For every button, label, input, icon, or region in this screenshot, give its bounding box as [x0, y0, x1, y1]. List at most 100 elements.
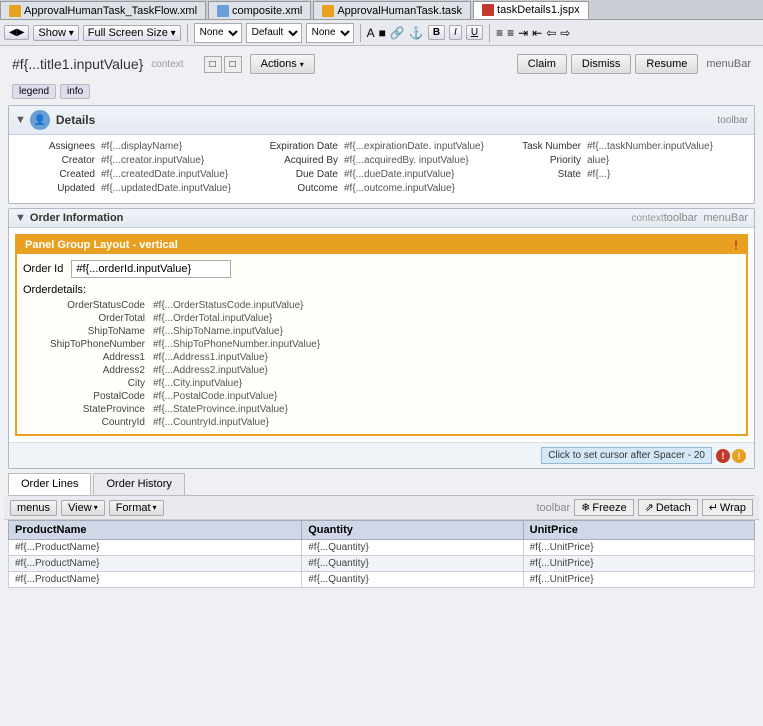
assignees-value: #f{...displayName}	[101, 141, 182, 152]
field-creator: Creator #f{...creator.inputValue}	[21, 155, 256, 166]
table-header-cell: ProductName	[9, 521, 302, 540]
default-select[interactable]: Default	[246, 23, 302, 43]
panel-content: Order Id Orderdetails: OrderStatusCode#f…	[17, 254, 746, 434]
order-fields: OrderStatusCode#f{...OrderStatusCode.inp…	[23, 300, 740, 428]
info-tab[interactable]: info	[60, 84, 90, 99]
order-field-label: Address2	[23, 365, 153, 376]
details-section: ▼ 👤 Details toolbar Assignees #f{...disp…	[8, 105, 755, 204]
priority-value: alue}	[587, 155, 609, 166]
order-field-label: OrderStatusCode	[23, 300, 153, 311]
field-group-middle: Expiration Date #f{...expirationDate. in…	[264, 141, 499, 197]
fullscreen-button[interactable]: Full Screen Size ▾	[83, 25, 181, 41]
resume-button[interactable]: Resume	[635, 54, 698, 74]
updated-value: #f{...updatedDate.inputValue}	[101, 183, 231, 194]
align-icon-2[interactable]: ⇨	[560, 26, 570, 40]
toolbar-right-buttons: ❄ Freeze ⇗ Detach ↵ Wrap	[574, 499, 753, 516]
tab-composite[interactable]: composite.xml	[208, 1, 311, 19]
field-created: Created #f{...createdDate.inputValue}	[21, 169, 256, 180]
table-cell: #f{...Quantity}	[302, 540, 523, 556]
tab-bar: ApprovalHumanTask_TaskFlow.xml composite…	[0, 0, 763, 20]
table-row: #f{...ProductName}#f{...Quantity}#f{...U…	[9, 572, 755, 588]
field-assignees: Assignees #f{...displayName}	[21, 141, 256, 152]
menubar-label: menuBar	[706, 58, 751, 70]
order-id-input[interactable]	[71, 260, 231, 278]
acquired-by-label: Acquired By	[264, 155, 344, 166]
italic-button[interactable]: I	[449, 25, 462, 40]
table-header: ProductNameQuantityUnitPrice	[9, 521, 755, 540]
bold-button[interactable]: B	[428, 25, 445, 40]
order-lines-tabs: Order Lines Order History	[8, 473, 755, 496]
spacer-click-bar[interactable]: Click to set cursor after Spacer - 20 ! …	[9, 442, 754, 468]
tab-approval-taskflow[interactable]: ApprovalHumanTask_TaskFlow.xml	[0, 1, 206, 19]
legend-tab[interactable]: legend	[12, 84, 56, 99]
table-cell: #f{...UnitPrice}	[523, 572, 754, 588]
order-field-label: ShipToName	[23, 326, 153, 337]
icon-btn-group: □ □	[204, 56, 242, 73]
view-button[interactable]: View ▾	[61, 500, 105, 516]
order-toolbar-menubar: toolbar menuBar	[664, 212, 748, 224]
spacer-text: Click to set cursor after Spacer - 20	[541, 447, 712, 464]
tab-approval-task[interactable]: ApprovalHumanTask.task	[313, 1, 471, 19]
separator-1	[187, 24, 188, 42]
order-field-row: OrderStatusCode#f{...OrderStatusCode.inp…	[23, 300, 740, 311]
tab-icon-4	[482, 4, 494, 16]
order-field-row: OrderTotal#f{...OrderTotal.inputValue}	[23, 313, 740, 324]
table-header-row: ProductNameQuantityUnitPrice	[9, 521, 755, 540]
wrap-button[interactable]: ↵ Wrap	[702, 499, 753, 516]
indent-icon-1[interactable]: ⇥	[518, 26, 528, 40]
details-body: Assignees #f{...displayName} Creator #f{…	[9, 135, 754, 203]
highlight-icon[interactable]: ■	[379, 26, 386, 40]
details-header: ▼ 👤 Details toolbar	[9, 106, 754, 135]
anchor-icon[interactable]: ⚓	[409, 26, 424, 40]
header-button-group: Claim Dismiss Resume	[517, 54, 699, 74]
spacer-orange-icon[interactable]: !	[732, 449, 746, 463]
order-field-value: #f{...City.inputValue}	[153, 378, 242, 389]
spacer-red-icon[interactable]: !	[716, 449, 730, 463]
icon-btn-2[interactable]: □	[224, 56, 242, 73]
show-button[interactable]: Show ▾	[33, 25, 78, 41]
task-number-value: #f{...taskNumber.inputValue}	[587, 141, 713, 152]
field-updated: Updated #f{...updatedDate.inputValue}	[21, 183, 256, 194]
link-icon[interactable]: 🔗	[390, 26, 405, 40]
indent-icon-2[interactable]: ⇤	[532, 26, 542, 40]
align-icon-1[interactable]: ⇦	[546, 26, 556, 40]
list-icon-2[interactable]: ≡	[507, 26, 514, 40]
claim-button[interactable]: Claim	[517, 54, 567, 74]
detach-button[interactable]: ⇗ Detach	[638, 499, 698, 516]
order-toggle[interactable]: ▼	[15, 212, 26, 224]
spacer-icons: ! !	[716, 449, 746, 463]
field-state: State #f{...}	[507, 169, 742, 180]
toolbar-nav-btn[interactable]: ◀▶	[4, 25, 29, 40]
due-date-value: #f{...dueDate.inputValue}	[344, 169, 454, 180]
tab-order-lines[interactable]: Order Lines	[8, 473, 91, 495]
format-button[interactable]: Format ▾	[109, 500, 164, 516]
order-id-label: Order Id	[23, 263, 63, 275]
creator-value: #f{...creator.inputValue}	[101, 155, 204, 166]
icon-btn-1[interactable]: □	[204, 56, 222, 73]
panel-group-title: Panel Group Layout - vertical !	[17, 236, 746, 254]
tab-icon-1	[9, 5, 21, 17]
table-toolbar: menus View ▾ Format ▾ toolbar ❄ Freeze ⇗…	[4, 496, 759, 520]
none-select-1[interactable]: None	[194, 23, 242, 43]
outcome-label: Outcome	[264, 183, 344, 194]
tab-order-history[interactable]: Order History	[93, 473, 184, 495]
menus-button[interactable]: menus	[10, 500, 57, 516]
task-number-label: Task Number	[507, 141, 587, 152]
tab-task-details[interactable]: taskDetails1.jspx	[473, 1, 589, 19]
actions-button[interactable]: Actions ▾	[250, 54, 315, 74]
state-label: State	[507, 169, 587, 180]
order-field-row: ShipToPhoneNumber#f{...ShipToPhoneNumber…	[23, 339, 740, 350]
order-details-title: Orderdetails:	[23, 284, 740, 296]
order-field-label: ShipToPhoneNumber	[23, 339, 153, 350]
underline-button[interactable]: U	[466, 25, 483, 40]
state-value: #f{...}	[587, 169, 610, 180]
freeze-button[interactable]: ❄ Freeze	[574, 499, 633, 516]
text-color-icon[interactable]: A	[367, 26, 375, 40]
order-menubar-label: menuBar	[703, 212, 748, 224]
none-select-2[interactable]: None	[306, 23, 354, 43]
list-icon-1[interactable]: ≡	[496, 26, 503, 40]
details-toggle[interactable]: ▼	[15, 114, 26, 126]
table-toolbar-label: toolbar	[537, 502, 571, 514]
page-title: #f{...title1.inputValue}	[12, 56, 143, 72]
dismiss-button[interactable]: Dismiss	[571, 54, 632, 74]
